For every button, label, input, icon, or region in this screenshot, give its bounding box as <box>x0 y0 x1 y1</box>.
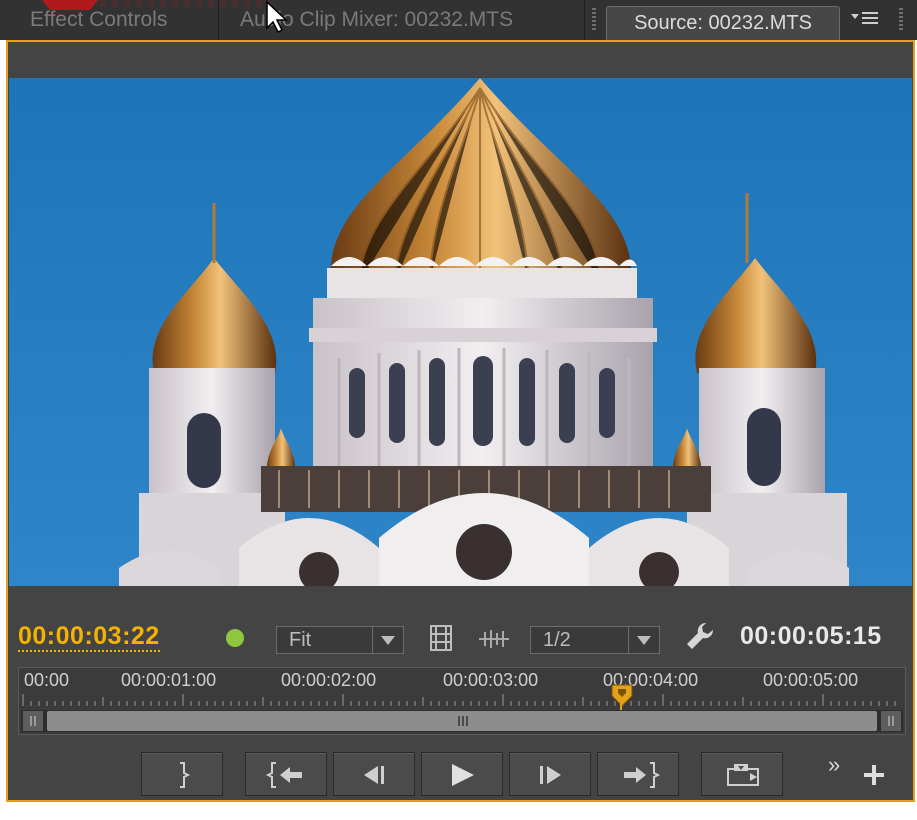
go-to-in-button[interactable] <box>245 752 327 796</box>
camera-icon <box>727 764 759 786</box>
chevron-down-icon <box>628 627 659 653</box>
mark-in-button[interactable] <box>141 752 223 796</box>
panel-tab-bar: Effect Controls Audio Clip Mixer: 00232.… <box>0 0 917 40</box>
step-forward-button[interactable] <box>509 752 591 796</box>
audio-waveform-icon[interactable] <box>478 628 510 650</box>
go-to-out-icon <box>624 762 661 788</box>
scrollbar-grip <box>458 716 468 726</box>
go-to-in-icon <box>265 762 302 788</box>
play-icon <box>452 764 474 786</box>
chevron-down-icon <box>372 627 403 653</box>
ruler-label: 00:00:01:00 <box>121 670 217 690</box>
scrollbar-right-handle[interactable] <box>881 711 901 731</box>
video-frame <box>9 78 912 586</box>
zoom-scrollbar[interactable] <box>21 710 903 732</box>
panel-menu-icon[interactable] <box>848 8 882 30</box>
play-button[interactable] <box>421 752 503 796</box>
playback-resolution-value: 1/2 <box>543 629 571 651</box>
ruler-label: 00:00 <box>24 670 70 690</box>
ruler-label: 00:00:05:00 <box>763 670 859 690</box>
source-monitor-app: Effect Controls Audio Clip Mixer: 00232.… <box>0 0 917 820</box>
tab-divider <box>584 0 585 40</box>
tab-source-monitor[interactable]: Source: 00232.MTS <box>606 6 840 40</box>
chevron-double-right-icon[interactable]: » <box>828 752 840 778</box>
status-dot <box>226 629 244 647</box>
plus-icon[interactable] <box>862 763 886 787</box>
mouse-pointer-icon <box>266 0 288 34</box>
panel-grip-handle[interactable] <box>899 8 903 32</box>
wrench-icon[interactable] <box>684 620 716 652</box>
scrollbar-left-handle[interactable] <box>23 711 43 731</box>
step-forward-icon <box>540 766 561 784</box>
time-ruler[interactable]: 00:00 00:00:01:00 00:00:02:00 00:00:03:0… <box>18 667 906 735</box>
current-timecode[interactable]: 00:00:03:22 <box>18 622 160 652</box>
zoom-select[interactable]: Fit <box>276 626 404 654</box>
cathedral-video-image <box>9 78 912 586</box>
scrollbar-thumb[interactable] <box>47 711 877 731</box>
export-frame-button[interactable] <box>701 752 783 796</box>
tab-effect-controls[interactable]: Effect Controls <box>30 0 167 40</box>
ruler-ticks <box>22 694 896 706</box>
mark-in-icon <box>180 762 191 788</box>
step-back-icon <box>364 766 384 784</box>
playhead-marker[interactable] <box>611 684 633 708</box>
playback-resolution-select[interactable]: 1/2 <box>530 626 660 654</box>
zoom-select-value: Fit <box>289 629 312 651</box>
step-back-button[interactable] <box>333 752 415 796</box>
tab-divider <box>218 0 219 40</box>
go-to-out-button[interactable] <box>597 752 679 796</box>
film-icon[interactable] <box>428 624 454 652</box>
ruler-label: 00:00:02:00 <box>281 670 377 690</box>
duration-timecode: 00:00:05:15 <box>740 622 882 650</box>
ruler-label: 00:00:03:00 <box>443 670 539 690</box>
panel-grip-handle[interactable] <box>592 8 596 32</box>
